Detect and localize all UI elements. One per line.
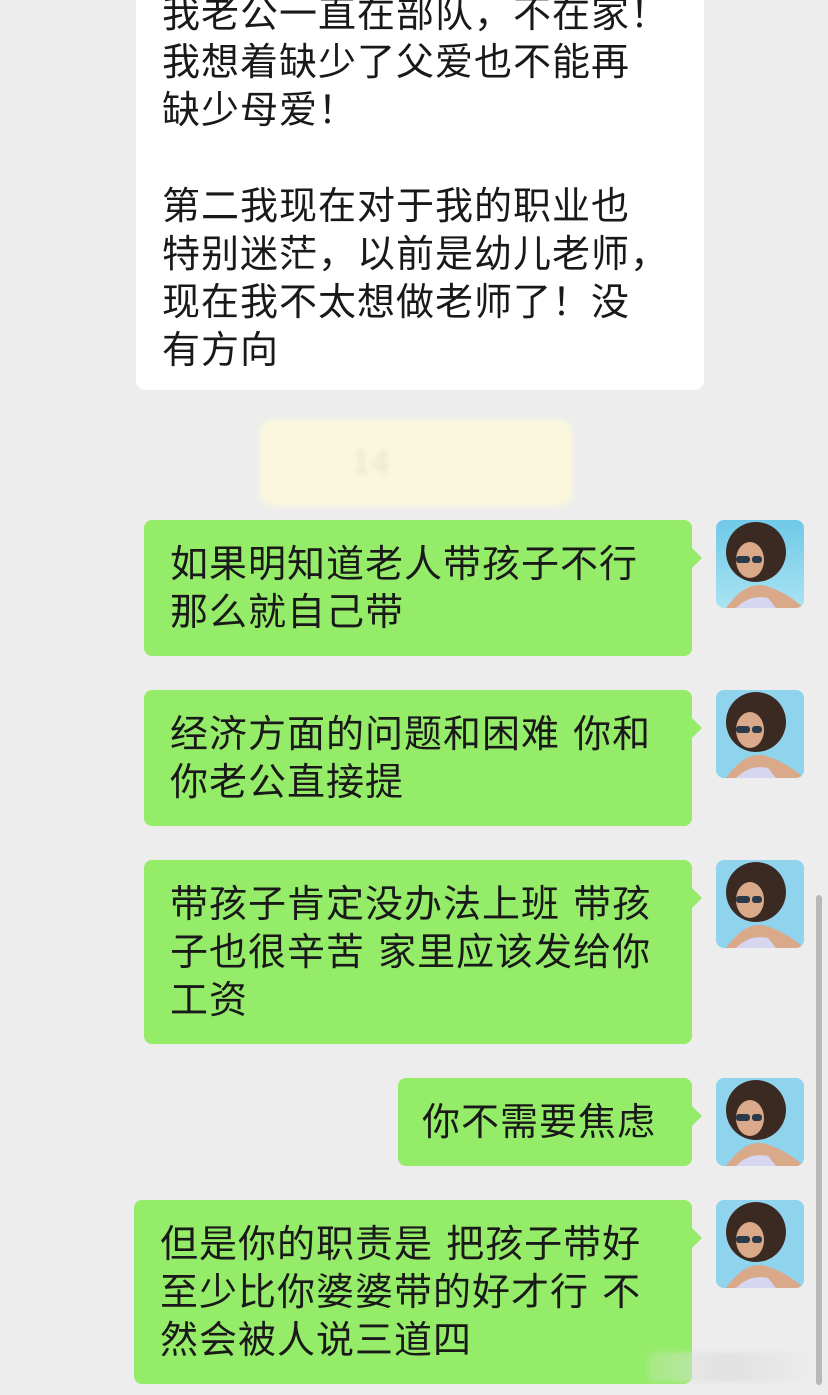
timestamp-label: 14 xyxy=(260,420,572,506)
scrollbar[interactable] xyxy=(816,895,822,1385)
outgoing-message-text: 你不需要焦虑 xyxy=(422,1100,657,1144)
outgoing-message-bubble[interactable]: 如果明知道老人带孩子不行 那么就自己带 xyxy=(144,520,702,656)
outgoing-message-bubble[interactable]: 带孩子肯定没办法上班 带孩 子也很辛苦 家里应该发给你 工资 xyxy=(144,860,702,1044)
avatar[interactable] xyxy=(716,1200,804,1288)
avatar[interactable] xyxy=(716,690,804,778)
avatar[interactable] xyxy=(716,860,804,948)
outgoing-message-text: 带孩子肯定没办法上班 带孩 子也很辛苦 家里应该发给你 工资 xyxy=(170,882,652,1022)
avatar[interactable] xyxy=(716,520,804,608)
avatar-photo-icon xyxy=(716,1078,804,1166)
watermark xyxy=(648,1352,808,1382)
avatar-photo-icon xyxy=(716,860,804,948)
avatar-photo-icon xyxy=(716,1200,804,1288)
outgoing-message-bubble[interactable]: 你不需要焦虑 xyxy=(398,1078,702,1166)
outgoing-message-text: 但是你的职责是 把孩子带好 至少比你婆婆带的好才行 不 然会被人说三道四 xyxy=(160,1222,642,1362)
avatar[interactable] xyxy=(716,1078,804,1166)
outgoing-message-bubble[interactable]: 但是你的职责是 把孩子带好 至少比你婆婆带的好才行 不 然会被人说三道四 xyxy=(134,1200,702,1384)
avatar-photo-icon xyxy=(716,690,804,778)
timestamp-text: 14 xyxy=(351,445,391,481)
incoming-message-bubble[interactable]: 我老公一直在部队，不在家！ 我想着缺少了父爱也不能再 缺少母爱！ 第二我现在对于… xyxy=(136,0,704,390)
outgoing-message-text: 如果明知道老人带孩子不行 那么就自己带 xyxy=(170,542,639,634)
incoming-message-text: 我老公一直在部队，不在家！ 我想着缺少了父爱也不能再 缺少母爱！ 第二我现在对于… xyxy=(162,0,670,372)
avatar-photo-icon xyxy=(716,520,804,608)
outgoing-message-bubble[interactable]: 经济方面的问题和困难 你和 你老公直接提 xyxy=(144,690,702,826)
outgoing-message-text: 经济方面的问题和困难 你和 你老公直接提 xyxy=(170,712,652,804)
chat-view: 我老公一直在部队，不在家！ 我想着缺少了父爱也不能再 缺少母爱！ 第二我现在对于… xyxy=(0,0,828,1395)
